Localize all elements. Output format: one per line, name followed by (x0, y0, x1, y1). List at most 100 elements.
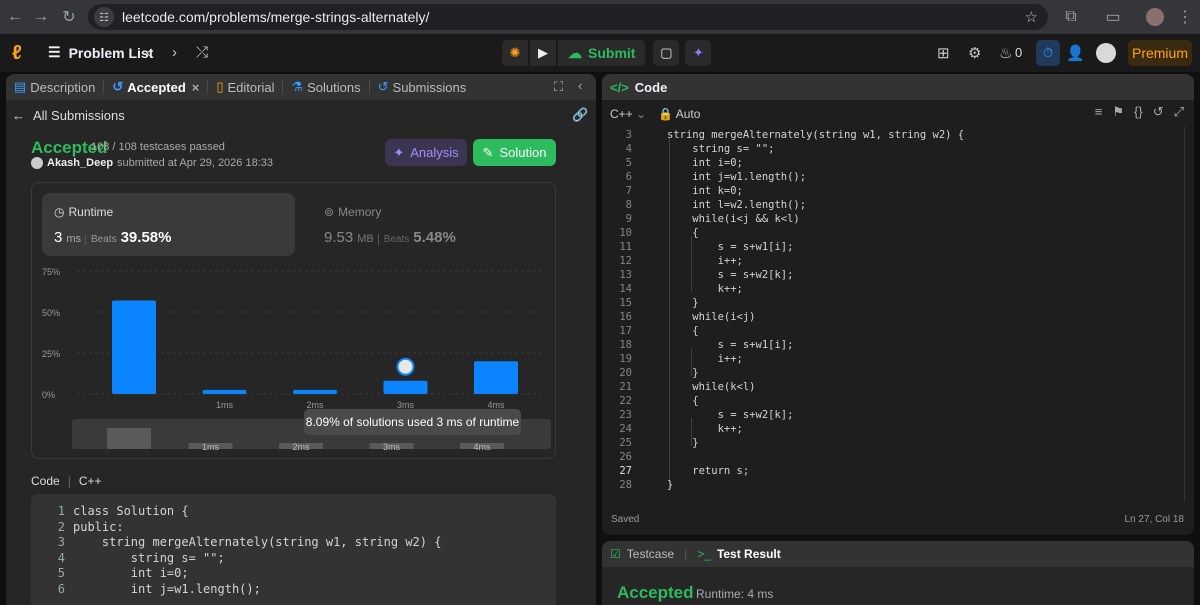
collapse-icon[interactable]: ‹ (578, 78, 582, 93)
list-icon: ☰ (48, 44, 61, 60)
premium-button[interactable]: Premium (1128, 40, 1192, 66)
editor-scrollbar[interactable] (1184, 126, 1194, 501)
cast-icon[interactable]: ▭ (1100, 4, 1126, 30)
user-avatar[interactable] (1096, 43, 1116, 63)
submit-button[interactable]: ☁ Submit (558, 40, 646, 66)
tab-submissions[interactable]: ↺ Submissions (370, 79, 475, 95)
browser-toolbar: ← → ↻ ☷ leetcode.com/problems/merge-stri… (0, 0, 1200, 34)
fullscreen-icon[interactable]: ⤢ (1174, 104, 1184, 120)
editor-line: 12 i++; (602, 254, 1182, 268)
username[interactable]: Akash_Deep (47, 157, 113, 169)
streak-count: 0 (1015, 45, 1023, 60)
submitted-code-block[interactable]: 1 class Solution {2 public: 3 string mergeA… (31, 494, 556, 605)
editor-code-text: { (667, 395, 699, 407)
back-icon[interactable]: ← (2, 4, 28, 30)
line-number: 6 (57, 581, 65, 596)
settings-gear-icon[interactable]: ⚙ (968, 44, 981, 62)
history-icon: ↺ (377, 79, 389, 94)
chart-bar (474, 361, 518, 394)
extensions-icon[interactable]: ⧉ (1058, 4, 1084, 30)
cloud-upload-icon: ☁ (568, 44, 582, 61)
code-section-header: Code | C++ (31, 474, 102, 488)
problem-list-button[interactable]: ☰ Problem List (48, 44, 153, 61)
add-user-icon[interactable]: 👤 (1066, 44, 1085, 62)
auto-mode[interactable]: 🔒 Auto (658, 107, 700, 121)
code-text: public: (73, 519, 124, 534)
back-arrow-icon: ← (12, 107, 25, 123)
code-line: 5 int i=0; (31, 566, 556, 582)
browser-menu-icon[interactable]: ⋮ (1172, 4, 1198, 30)
tab-submissions-label: Submissions (392, 79, 467, 95)
notes-button[interactable]: ▢ (653, 40, 680, 66)
code-label: Code (31, 474, 60, 488)
tab-solutions[interactable]: ⚗ Solutions (283, 79, 368, 95)
timer-button[interactable]: ⏱ (1036, 40, 1060, 66)
tab-description[interactable]: ▤ Description (6, 79, 103, 95)
profile-avatar[interactable] (1146, 8, 1164, 26)
chart-bar (293, 389, 337, 394)
all-submissions-link[interactable]: ← All Submissions 🔗 (6, 104, 596, 126)
tab-accepted[interactable]: ↺ Accepted × (104, 79, 207, 95)
url-text[interactable]: leetcode.com/problems/merge-strings-alte… (122, 9, 429, 25)
editor-line-number: 7 (625, 185, 632, 197)
editor-line-number: 28 (619, 479, 632, 491)
editor-line: 25 } (602, 436, 1182, 450)
line-number: 5 (57, 566, 65, 580)
debug-button[interactable]: ✺ (502, 40, 528, 66)
editor-line-number: 11 (619, 241, 632, 253)
editor-line: 10 { (602, 226, 1182, 240)
sparkle-icon: ✦ (393, 144, 405, 160)
code-editor[interactable]: 3 string mergeAlternately(string w1, stri… (602, 126, 1194, 501)
navigator-label: 3ms (383, 442, 401, 452)
navigator-bar (107, 428, 151, 449)
tab-editorial[interactable]: ▯ Editorial (208, 79, 282, 95)
reset-icon[interactable]: ↺ (1153, 104, 1164, 120)
editor-line-number: 4 (625, 143, 632, 155)
analysis-button[interactable]: ✦ Analysis (385, 139, 467, 166)
editor-line: 27 return s; (602, 464, 1182, 478)
close-tab-icon[interactable]: × (192, 80, 200, 95)
solution-button[interactable]: ✎ Solution (473, 139, 556, 166)
editor-code-text: int j=w1.length(); (667, 171, 807, 183)
link-icon[interactable]: 🔗 (572, 107, 588, 123)
editor-code-text: s = s+w2[k]; (667, 409, 794, 421)
tab-test-result[interactable]: Test Result (717, 547, 781, 561)
code-brackets-icon: </> (610, 79, 629, 95)
language-select[interactable]: C++ ⌄ (610, 107, 646, 121)
editor-line-number: 22 (619, 395, 632, 407)
maximize-icon[interactable]: ⛶ (554, 79, 563, 95)
ai-assist-button[interactable]: ✦ (685, 40, 712, 66)
problem-list-label: Problem List (68, 44, 154, 61)
code-line: 3 string mergeAlternately(string w1, str… (31, 535, 556, 551)
code-text: class Solution { (73, 504, 189, 518)
editor-line-number: 24 (619, 423, 632, 435)
your-submission-marker (396, 357, 415, 376)
reload-icon[interactable]: ↻ (56, 4, 82, 30)
bookmark-star-icon[interactable]: ☆ (1025, 8, 1038, 26)
code-line: 1 class Solution { (31, 504, 556, 520)
editor-line: 21 while(k<l) (602, 380, 1182, 394)
y-tick-label: 25% (42, 349, 60, 359)
braces-icon[interactable]: {} (1134, 104, 1143, 120)
layout-icon[interactable]: ⊞ (937, 44, 950, 62)
bookmark-icon[interactable]: ⚑ (1112, 104, 1124, 120)
leetcode-logo-icon[interactable]: ℓ (12, 42, 30, 64)
code-editor-panel: </> Code C++ ⌄ 🔒 Auto ≡ ⚑ {} ↺ ⤢ 3 string… (602, 74, 1194, 535)
editor-line: 17 { (602, 324, 1182, 338)
forward-icon[interactable]: → (28, 4, 54, 30)
site-info-icon[interactable]: ☷ (94, 7, 114, 27)
tab-testcase[interactable]: Testcase (627, 547, 674, 561)
address-bar[interactable]: ☷ leetcode.com/problems/merge-strings-al… (88, 4, 1048, 30)
line-number: 3 (57, 535, 65, 549)
streak-fire-icon[interactable]: ♨ (999, 44, 1012, 62)
description-icon: ▤ (14, 79, 27, 94)
next-problem-icon[interactable]: › (172, 44, 177, 61)
editor-code-text: { (667, 227, 699, 239)
run-button[interactable]: ▶ (530, 40, 556, 66)
format-icon[interactable]: ≡ (1095, 104, 1103, 120)
shuffle-icon[interactable]: ⤮ (196, 44, 208, 61)
editor-line: 7 int k=0; (602, 184, 1182, 198)
editor-header: </> Code (602, 74, 1194, 100)
edit-icon: ✎ (482, 144, 494, 160)
prev-problem-icon[interactable]: ‹ (146, 44, 151, 61)
